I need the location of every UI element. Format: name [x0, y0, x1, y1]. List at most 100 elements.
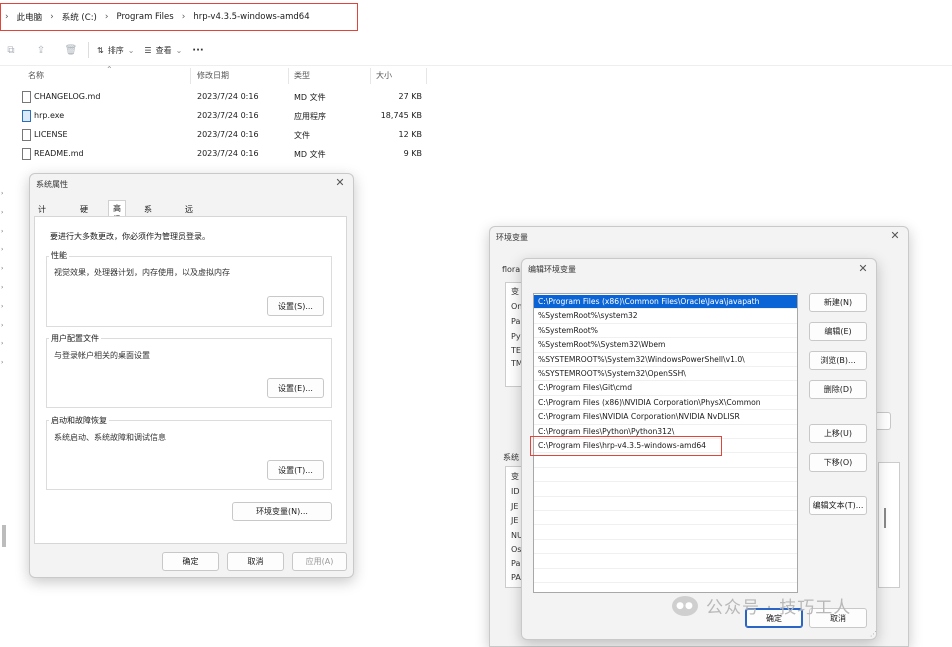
path-item[interactable]: %SYSTEMROOT%\System32\WindowsPowerShell\… [534, 353, 797, 367]
user-var-cell: TE [511, 346, 521, 355]
file-list-header: 名称 ⌃ 修改日期 类型 大小 [0, 65, 430, 84]
file-row[interactable]: CHANGELOG.md 2023/7/24 0:16 MD 文件 27 KB [0, 88, 430, 107]
file-modified: 2023/7/24 0:16 [197, 130, 259, 139]
copy-icon[interactable]: ⧉ [2, 41, 20, 59]
file-row[interactable]: hrp.exe 2023/7/24 0:16 应用程序 18,745 KB [0, 107, 430, 126]
watermark: ●● 公众号 · 技巧工人 [672, 593, 851, 618]
startup-recovery-label: 启动和故障恢复 [49, 415, 109, 426]
system-var-cell: 变 [511, 472, 519, 481]
file-name: hrp.exe [34, 111, 65, 120]
file-size: 18,745 KB [380, 111, 422, 120]
dialog-title: 编辑环境变量 [528, 265, 576, 274]
command-bar: ⧉ ⇪ 🗑 ⇅ 排序 ⌄ ☰ 查看 ⌄ ··· [0, 38, 952, 62]
delete-button[interactable]: 删除(D) [809, 380, 867, 399]
view-button[interactable]: ☰ 查看 ⌄ [144, 45, 182, 56]
col-modified[interactable]: 修改日期 [197, 70, 229, 81]
admin-notice: 要进行大多数更改，你必须作为管理员登录。 [50, 232, 210, 241]
ok-button[interactable]: 确定 [162, 552, 219, 571]
system-vars-scrollbar-thumb[interactable] [884, 508, 886, 528]
system-vars-scroll-area[interactable] [878, 462, 900, 588]
resize-grip-icon[interactable]: ⋰ [870, 630, 877, 638]
apply-button[interactable]: 应用(A) [292, 552, 347, 571]
sort-button[interactable]: ⇅ 排序 ⌄ [97, 45, 134, 56]
user-profiles-label: 用户配置文件 [49, 333, 101, 344]
environment-variables-button[interactable]: 环境变量(N)... [232, 502, 332, 521]
col-size[interactable]: 大小 [376, 70, 392, 81]
tab-system-protection[interactable]: 系统保护 [144, 201, 152, 247]
nav-pane-scrollbar[interactable] [2, 525, 6, 547]
close-icon[interactable]: ✕ [856, 262, 870, 275]
close-icon[interactable]: ✕ [888, 229, 902, 242]
system-vars-label: 系统 [503, 453, 519, 462]
file-type: MD 文件 [294, 150, 326, 159]
col-type[interactable]: 类型 [294, 70, 310, 81]
startup-recovery-settings-button[interactable]: 设置(T)... [267, 460, 324, 480]
col-divider[interactable] [426, 68, 427, 84]
nav-pane-expanders[interactable]: › › › › › › › › › › [1, 185, 7, 373]
file-modified: 2023/7/24 0:16 [197, 111, 259, 120]
col-divider[interactable] [288, 68, 289, 84]
new-button[interactable]: 新建(N) [809, 293, 867, 312]
path-item[interactable]: C:\Program Files\Git\cmd [534, 381, 797, 396]
col-name[interactable]: 名称 [28, 70, 44, 81]
col-divider[interactable] [370, 68, 371, 84]
breadcrumb-hrp-folder[interactable]: hrp-v4.3.5-windows-amd64 [193, 12, 309, 22]
chevron-right-icon: › [104, 12, 109, 22]
user-var-cell: Pa [511, 317, 521, 326]
path-item[interactable]: C:\Program Files (x86)\Common Files\Orac… [534, 295, 797, 310]
path-item[interactable]: %SYSTEMROOT%\System32\OpenSSH\ [534, 367, 797, 382]
path-item[interactable]: C:\Program Files\NVIDIA Corporation\NVID… [534, 410, 797, 425]
user-var-cell: Py [511, 332, 521, 341]
edit-text-button[interactable]: 编辑文本(T)... [809, 496, 867, 515]
edit-button[interactable]: 编辑(E) [809, 322, 867, 341]
close-icon[interactable]: ✕ [333, 176, 347, 189]
breadcrumb-this-pc[interactable]: 此电脑 [17, 11, 43, 23]
path-empty-row [534, 569, 797, 583]
move-up-button[interactable]: 上移(U) [809, 424, 867, 443]
view-icon: ☰ [144, 45, 152, 55]
tab-advanced[interactable]: 高级 [108, 200, 126, 224]
more-options-button[interactable]: ··· [192, 45, 203, 56]
system-var-cell: PA [511, 573, 521, 582]
system-var-cell: Pa [511, 559, 521, 568]
file-icon [22, 148, 31, 160]
path-item[interactable]: %SystemRoot% [534, 324, 797, 339]
breadcrumb-drive-c[interactable]: 系统 (C:) [62, 11, 97, 23]
performance-settings-button[interactable]: 设置(S)... [267, 296, 324, 316]
user-vars-delete-button-edge[interactable] [875, 412, 891, 430]
highlight-new-path [530, 436, 722, 456]
file-name: CHANGELOG.md [34, 92, 101, 101]
system-var-cell: Os [511, 545, 522, 554]
tab-computer-name[interactable]: 计算机名 [38, 201, 46, 247]
toolbar-divider-line [0, 65, 952, 66]
tab-hardware[interactable]: 硬件 [80, 201, 88, 225]
system-var-cell: ID [511, 487, 520, 496]
path-item[interactable]: %SystemRoot%\system32 [534, 309, 797, 324]
share-icon[interactable]: ⇪ [32, 41, 50, 59]
sort-icon: ⇅ [97, 45, 104, 55]
path-item[interactable]: C:\Program Files (x86)\NVIDIA Corporatio… [534, 396, 797, 411]
chevron-right-icon: › [181, 12, 186, 22]
file-size: 12 KB [398, 130, 422, 139]
performance-desc: 视觉效果，处理器计划，内存使用，以及虚拟内存 [54, 268, 230, 277]
tab-remote[interactable]: 远程 [185, 201, 193, 225]
path-empty-row [534, 525, 797, 540]
path-empty-row [534, 497, 797, 511]
sort-label: 排序 [107, 45, 124, 55]
file-type: MD 文件 [294, 93, 326, 102]
system-var-cell: JE [511, 516, 519, 525]
file-row[interactable]: README.md 2023/7/24 0:16 MD 文件 9 KB [0, 145, 430, 164]
file-icon [22, 129, 31, 141]
address-bar[interactable]: › 此电脑 › 系统 (C:) › Program Files › hrp-v4… [0, 3, 358, 31]
user-profiles-settings-button[interactable]: 设置(E)... [267, 378, 324, 398]
browse-button[interactable]: 浏览(B)... [809, 351, 867, 370]
user-profiles-desc: 与登录帐户相关的桌面设置 [54, 351, 150, 360]
move-down-button[interactable]: 下移(O) [809, 453, 867, 472]
breadcrumb-program-files[interactable]: Program Files [116, 12, 173, 22]
chevron-right-icon: › [5, 12, 9, 22]
col-divider[interactable] [190, 68, 191, 84]
file-row[interactable]: LICENSE 2023/7/24 0:16 文件 12 KB [0, 126, 430, 145]
cancel-button[interactable]: 取消 [227, 552, 284, 571]
delete-icon[interactable]: 🗑 [62, 41, 80, 59]
path-item[interactable]: %SystemRoot%\System32\Wbem [534, 338, 797, 353]
